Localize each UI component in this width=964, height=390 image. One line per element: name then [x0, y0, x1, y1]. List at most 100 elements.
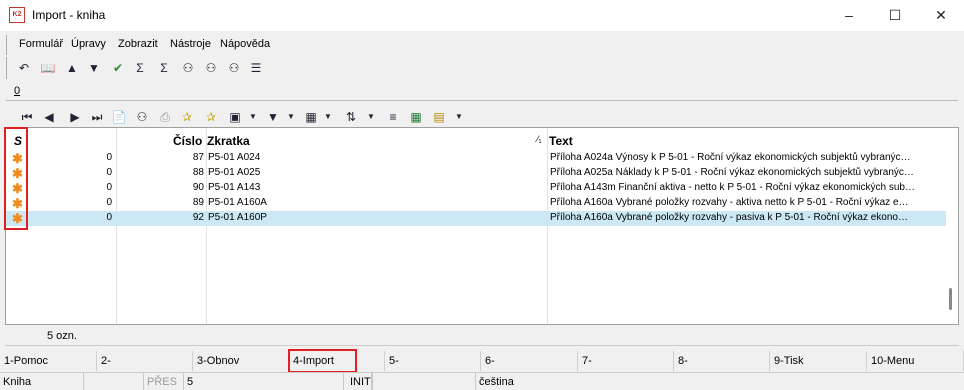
first-record-icon[interactable]: ⏮ [18, 109, 36, 125]
filter-icon[interactable]: ▼ [264, 109, 282, 125]
table-row[interactable]: ✱ 0 87 P5-01 A024 Příloha A024a Výnosy k… [6, 151, 946, 166]
cell-zkratka: P5-01 A160A [208, 197, 267, 208]
fkey-5[interactable]: 5- [385, 351, 481, 371]
fkey-2[interactable]: 2- [97, 351, 193, 371]
status-init: INIT [344, 373, 372, 390]
fkey-1[interactable]: 1-Pomoc [0, 351, 97, 371]
cell-cislo: 92 [192, 212, 204, 223]
chevron-down-icon[interactable]: ▼ [244, 109, 262, 125]
menu-bar: Formulář Úpravy Zobrazit Nástroje Nápově… [6, 35, 958, 55]
cell-text: Příloha A025a Náklady k P 5-01 - Roční v… [550, 167, 914, 178]
status-language: čeština [479, 376, 514, 388]
status-bar: Kniha PŘES 5 INIT čeština [0, 372, 964, 390]
highlight-import-key [288, 349, 357, 373]
table-row[interactable]: ✱ 0 89 P5-01 A160A Příloha A160a Vybrané… [6, 196, 946, 211]
cell-text: Příloha A160a Vybrané položky rozvahy - … [550, 212, 908, 223]
maximize-button[interactable]: ☐ [872, 0, 918, 31]
table-row-selected[interactable]: ✱ 0 92 P5-01 A160P Příloha A160a Vybrané… [6, 211, 946, 226]
fkey-7[interactable]: 7- [578, 351, 674, 371]
fkey-3[interactable]: 3-Obnov [193, 351, 289, 371]
sort-az-icon[interactable]: ⇅ [342, 109, 360, 125]
star-add-icon[interactable]: ✰ [178, 109, 196, 125]
cell-text: Příloha A024a Výnosy k P 5-01 - Roční vý… [550, 152, 911, 163]
table-row[interactable]: ✱ 0 90 P5-01 A143 Příloha A143m Finanční… [6, 181, 946, 196]
cell-cislo: 89 [192, 197, 204, 208]
status-module: Kniha [0, 373, 84, 390]
cell-zkratka: P5-01 A160P [208, 212, 267, 223]
menu-napoveda[interactable]: Nápověda [220, 38, 270, 50]
sum-icon[interactable]: Σ [131, 60, 149, 76]
selected-count: 5 ozn. [47, 330, 77, 342]
tab-divider [6, 100, 958, 101]
sort-indicator: ⁄₁ [537, 134, 542, 144]
sum-filter-icon[interactable]: Σ [155, 60, 173, 76]
tab-0[interactable]: 0 [14, 85, 20, 97]
menu-zobrazit[interactable]: Zobrazit [118, 38, 158, 50]
arrow-up-icon[interactable]: ▲ [63, 60, 81, 76]
prev-record-icon[interactable]: ◀ [40, 109, 58, 125]
data-grid: S Číslo Zkratka ⁄₁ Text ✱ 0 87 P5-01 A02… [5, 127, 959, 325]
cell-text: Příloha A160a Vybrané položky rozvahy - … [550, 197, 909, 208]
next-record-icon[interactable]: ▶ [66, 109, 84, 125]
cell-value: 0 [106, 167, 112, 178]
cell-cislo: 90 [192, 182, 204, 193]
cell-cislo: 88 [192, 167, 204, 178]
cell-zkratka: P5-01 A143 [208, 182, 261, 193]
arrow-down-icon[interactable]: ▼ [85, 60, 103, 76]
vertical-scrollbar[interactable] [949, 288, 952, 310]
excel-icon[interactable]: ▦ [407, 109, 425, 125]
cell-text: Příloha A143m Finanční aktiva - netto k … [550, 182, 915, 193]
binoculars-next-icon[interactable]: ⚇ [202, 60, 220, 76]
table-row[interactable]: ✱ 0 88 P5-01 A025 Příloha A025a Náklady … [6, 166, 946, 181]
menu-formular[interactable]: Formulář [19, 38, 63, 50]
camera-icon[interactable]: ▣ [226, 109, 244, 125]
star-remove-icon[interactable]: ✰ [202, 109, 220, 125]
status-empty [84, 373, 144, 390]
column-header-text[interactable]: Text [549, 134, 573, 148]
list-icon[interactable]: ≡ [384, 109, 402, 125]
menu-upravy[interactable]: Úpravy [71, 38, 106, 50]
chevron-down-icon[interactable]: ▼ [362, 109, 380, 125]
find-icon[interactable]: ⚇ [133, 109, 151, 125]
status-count: 5 [184, 373, 344, 390]
undo-icon[interactable]: ↶ [15, 60, 33, 76]
print-icon[interactable]: ⎙ [156, 109, 174, 125]
close-button[interactable]: ✕ [918, 0, 964, 31]
fkey-8[interactable]: 8- [674, 351, 770, 371]
app-logo: K2 [9, 7, 25, 23]
chevron-down-icon[interactable]: ▼ [319, 109, 337, 125]
menu-lines-icon[interactable]: ☰ [247, 60, 265, 76]
table-icon[interactable]: ▦ [302, 109, 320, 125]
fkey-9[interactable]: 9-Tisk [770, 351, 867, 371]
cell-value: 0 [106, 197, 112, 208]
binoculars-settings-icon[interactable]: ⚇ [225, 60, 243, 76]
title-bar: K2 Import - kniha – ☐ ✕ [0, 0, 964, 31]
menu-nastroje[interactable]: Nástroje [170, 38, 211, 50]
chevron-down-icon[interactable]: ▼ [282, 109, 300, 125]
cell-value: 0 [106, 182, 112, 193]
status-empty-2 [372, 373, 476, 390]
highlight-s-column [4, 127, 28, 230]
count-bar: 5 ozn. [5, 326, 959, 346]
cell-value: 0 [106, 212, 112, 223]
fkey-6[interactable]: 6- [481, 351, 578, 371]
main-toolbar: ↶ 📖 ▲ ▼ ✔ Σ Σ ⚇ ⚇ ⚇ ☰ [6, 57, 958, 79]
book-icon[interactable]: 📖 [39, 60, 57, 76]
status-overwrite: PŘES [144, 373, 184, 390]
minimize-button[interactable]: – [826, 0, 872, 31]
tab-strip: 0 [6, 82, 958, 100]
binoculars-icon[interactable]: ⚇ [179, 60, 197, 76]
cell-zkratka: P5-01 A024 [208, 152, 261, 163]
chevron-down-icon[interactable]: ▼ [450, 109, 468, 125]
cell-zkratka: P5-01 A025 [208, 167, 261, 178]
document-icon[interactable]: 📄 [110, 109, 128, 125]
last-record-icon[interactable]: ⏭ [88, 109, 106, 125]
column-header-zkratka[interactable]: Zkratka [207, 134, 250, 148]
fkey-10[interactable]: 10-Menu [867, 351, 964, 371]
report-icon[interactable]: ▤ [430, 109, 448, 125]
column-header-cislo[interactable]: Číslo [173, 134, 202, 148]
record-toolbar: ⏮ ◀ ▶ ⏭ 📄 ⚇ ⎙ ✰ ✰ ▣ ▼ ▼ ▼ ▦ ▼ ⇅ ▼ ≡ ▦ ▤ … [12, 106, 472, 126]
recalc-icon[interactable]: ✔ [109, 60, 127, 76]
window-title: Import - kniha [32, 8, 106, 22]
cell-value: 0 [106, 152, 112, 163]
